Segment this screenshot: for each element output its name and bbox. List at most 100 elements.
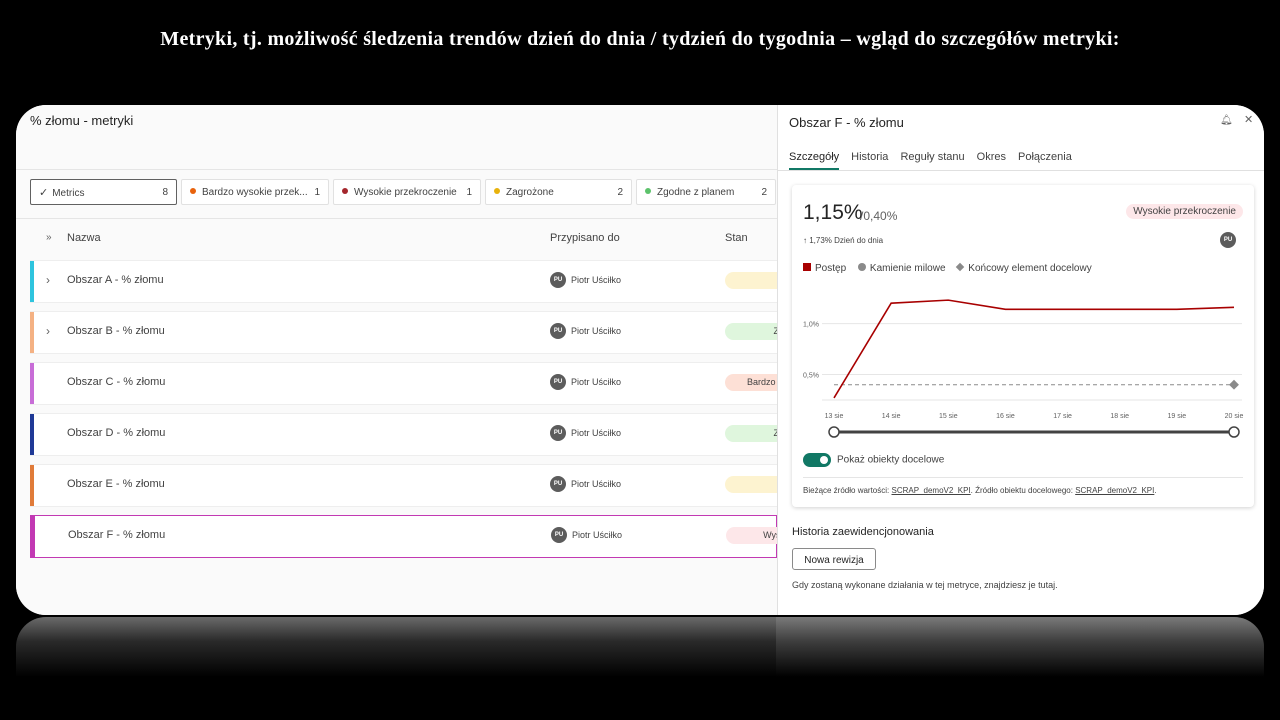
- frame-reflection: [16, 617, 1264, 677]
- panel-tab[interactable]: Reguły stanu: [900, 151, 964, 168]
- panel-title: Obszar F - % złomu: [789, 115, 904, 130]
- expand-all-icon[interactable]: »: [46, 232, 52, 243]
- metric-name[interactable]: Obszar B - % złomu: [67, 325, 165, 337]
- metric-name[interactable]: Obszar F - % złomu: [68, 529, 165, 541]
- chevron-right-icon[interactable]: ›: [46, 324, 50, 338]
- filter-chip-count: 2: [617, 187, 623, 198]
- x-tick-label: 16 sie: [996, 413, 1015, 420]
- owner-avatar[interactable]: PU: [1220, 232, 1236, 248]
- metric-name[interactable]: Obszar E - % złomu: [67, 478, 165, 490]
- change-indicator: ↑ 1,73% Dzień do dnia: [803, 236, 884, 245]
- current-source-link[interactable]: SCRAP_demoV2_KPI: [892, 486, 971, 495]
- metric-name[interactable]: Obszar A - % złomu: [67, 274, 164, 286]
- metric-details-panel: Obszar F - % złomu 🔔︎ ✕ Szczegóły Histori…: [777, 105, 1264, 615]
- avatar[interactable]: PU: [550, 272, 566, 288]
- progress-line: [833, 299, 1235, 399]
- metric-name[interactable]: Obszar D - % złomu: [67, 427, 165, 439]
- table-row[interactable]: Obszar C - % złomu PU Piotr Uściłko Bardzo …: [30, 362, 795, 405]
- metric-name[interactable]: Obszar C - % złomu: [67, 376, 165, 388]
- status-dot-icon: [494, 188, 500, 195]
- panel-tab[interactable]: Połączenia: [1018, 151, 1072, 168]
- x-tick-label: 19 sie: [1168, 413, 1187, 420]
- avatar[interactable]: PU: [551, 527, 567, 543]
- status-badge: Wysokie przekroczenie: [1126, 204, 1243, 219]
- filter-chip-label: Zgodne z planem: [657, 187, 735, 198]
- table-row[interactable]: Obszar D - % złomuPUPiotr UściłkoZgo: [30, 413, 795, 456]
- chart-legend: Postęp Kamienie milowe Końcowy element d…: [803, 263, 1101, 274]
- row-color-bar: [30, 261, 34, 302]
- new-revision-button[interactable]: Nowa rewizja: [792, 548, 876, 570]
- table-row[interactable]: ›Obszar A - % złomuPUPiotr UściłkoZ: [30, 260, 795, 303]
- assignee-name: Piotr Uściłko: [571, 428, 622, 438]
- page-title: % złomu - metryki: [30, 113, 134, 128]
- data-sources: Bieżące źródło wartości: SCRAP_demoV2_KP…: [803, 486, 1157, 495]
- checkin-history-title: Historia zaewidencjonowania: [792, 526, 934, 538]
- assignee-name: Piotr Uściłko: [571, 275, 622, 285]
- filter-chip[interactable]: Zgodne z planem 2: [636, 179, 776, 205]
- row-color-bar: [31, 516, 35, 557]
- milestone-swatch-icon: [857, 263, 866, 272]
- assignee-name: Piotr Uściłko: [572, 530, 623, 540]
- metric-target: /0,40%: [860, 209, 898, 223]
- row-color-bar: [30, 312, 34, 353]
- filter-chip-count: 8: [162, 187, 168, 198]
- x-tick-label: 14 sie: [882, 413, 901, 420]
- filter-chip-label: Metrics: [52, 188, 85, 199]
- avatar[interactable]: PU: [550, 425, 566, 441]
- app-screenshot-frame: % złomu - metryki ✓ Metrics 8 Bardzo wysoki…: [16, 105, 1264, 615]
- panel-tab[interactable]: Historia: [851, 151, 888, 168]
- table-row[interactable]: Obszar F - % złomuPUPiotr UściłkoWysok: [30, 515, 796, 558]
- bell-icon[interactable]: 🔔︎: [1220, 115, 1233, 126]
- chevron-right-icon[interactable]: ›: [46, 273, 50, 287]
- status-dot-icon: [645, 188, 651, 195]
- filter-chip-label: Wysokie przekroczenie: [354, 187, 457, 198]
- table-row[interactable]: ›Obszar B - % złomuPUPiotr UściłkoZgo: [30, 311, 795, 354]
- legend-progress[interactable]: Postęp: [803, 263, 846, 274]
- assignee-name: Piotr Uściłko: [571, 326, 622, 336]
- filter-chip[interactable]: Zagrożone 2: [485, 179, 632, 205]
- x-tick-label: 17 sie: [1053, 413, 1072, 420]
- progress-chart: 1,0% 0,5% 13 sie 14 sie 15 sie 16 sie 17 sie 18…: [803, 299, 1244, 438]
- table-row[interactable]: Obszar E - % złomuPUPiotr UściłkoZ: [30, 464, 795, 507]
- row-color-bar: [30, 363, 34, 404]
- avatar[interactable]: PU: [550, 323, 566, 339]
- filter-chip-label: Bardzo wysokie przek...: [202, 187, 308, 198]
- column-header-status[interactable]: Stan: [725, 232, 748, 244]
- avatar[interactable]: PU: [550, 476, 566, 492]
- tabs-divider: [778, 170, 1264, 171]
- panel-tab[interactable]: Szczegóły: [789, 151, 840, 170]
- range-slider-start-handle[interactable]: [828, 426, 840, 438]
- history-empty-note: Gdy zostaną wykonane działania w tej met…: [792, 580, 1058, 590]
- target-source-link[interactable]: SCRAP_demoV2_KPI: [1075, 486, 1154, 495]
- status-dot-icon: [190, 188, 196, 195]
- range-slider-end-handle[interactable]: [1228, 426, 1240, 438]
- status-dot-icon: [342, 188, 348, 195]
- assignee-name: Piotr Uściłko: [571, 377, 622, 387]
- y-tick-label: 1,0%: [803, 322, 819, 329]
- filter-chip-label: Zagrożone: [506, 187, 554, 198]
- filter-chip[interactable]: Wysokie przekroczenie 1: [333, 179, 481, 205]
- legend-final-target[interactable]: Końcowy element docelowy: [956, 263, 1092, 274]
- filter-chip-count: 1: [314, 187, 320, 198]
- column-header-name[interactable]: Nazwa: [67, 232, 101, 244]
- avatar[interactable]: PU: [550, 374, 566, 390]
- legend-milestones[interactable]: Kamienie milowe: [857, 263, 946, 274]
- close-icon[interactable]: ✕: [1244, 113, 1253, 126]
- panel-tab[interactable]: Okres: [977, 151, 1006, 168]
- filter-chip-count: 1: [466, 187, 472, 198]
- check-icon: ✓: [39, 187, 49, 199]
- filter-chip[interactable]: Bardzo wysokie przek... 1: [181, 179, 329, 205]
- metric-value: 1,15%: [803, 201, 863, 224]
- x-tick-label: 15 sie: [939, 413, 958, 420]
- metrics-list-pane: % złomu - metryki ✓ Metrics 8 Bardzo wysoki…: [16, 105, 796, 615]
- x-tick-label: 20 sie: [1225, 413, 1244, 420]
- column-header-assigned[interactable]: Przypisano do: [550, 232, 620, 244]
- final-target-marker[interactable]: [1229, 379, 1239, 390]
- assignee-name: Piotr Uściłko: [571, 479, 622, 489]
- show-targets-toggle[interactable]: [803, 453, 831, 467]
- filter-chip[interactable]: ✓ Metrics 8: [30, 179, 177, 205]
- progress-swatch-icon: [803, 263, 811, 272]
- row-color-bar: [30, 414, 34, 455]
- show-targets-toggle-row: Pokaż obiekty docelowe: [803, 453, 944, 467]
- y-tick-label: 0,5%: [803, 373, 819, 380]
